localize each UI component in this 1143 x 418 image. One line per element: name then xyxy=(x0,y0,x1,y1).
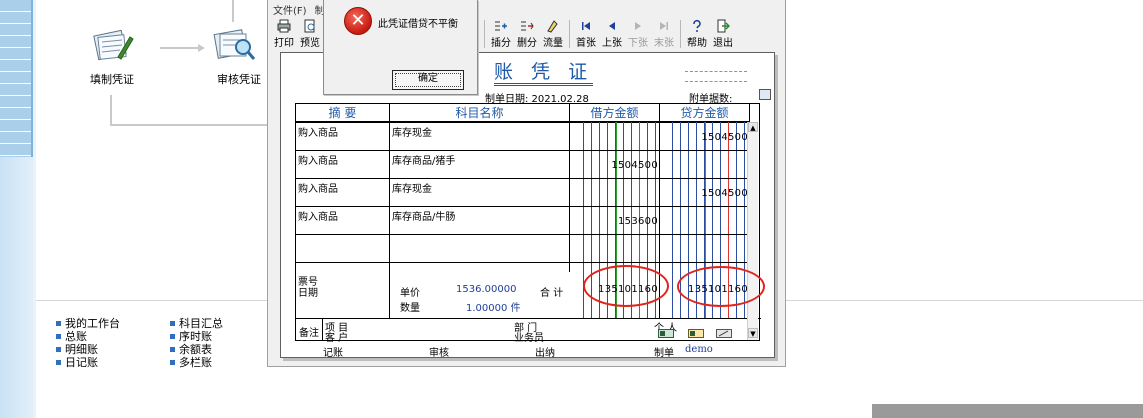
highlight-total-credit xyxy=(677,266,765,307)
last-voucher-button[interactable]: 末张 xyxy=(651,18,677,50)
desktop: 填制凭证 审核凭证 我的工作台 总账 明细账 日记账 科目汇总 序时账 余额表 … xyxy=(0,0,1143,418)
flow-arrow-head xyxy=(198,44,205,52)
scroll-down-icon[interactable]: ▼ xyxy=(748,328,758,338)
voucher-title: 账 凭 证 xyxy=(494,61,594,86)
bullet-icon xyxy=(170,359,175,365)
row4-debit[interactable]: 153600 xyxy=(570,216,658,227)
nav-multi-column[interactable]: 多栏账 xyxy=(170,354,212,370)
left-sidebar-strip xyxy=(0,0,36,418)
row2-account[interactable]: 库存商品/猪手 xyxy=(392,152,455,167)
card-icon[interactable] xyxy=(658,329,674,338)
audit-voucher-label[interactable]: 审核凭证 xyxy=(217,71,261,87)
staff-label: 业务员 xyxy=(514,333,544,344)
preview-icon xyxy=(304,19,315,33)
auditor-label: 审核 xyxy=(429,348,449,359)
flow-arrow-line xyxy=(160,47,202,49)
row3-account[interactable]: 库存现金 xyxy=(392,180,432,195)
row4-account[interactable]: 库存商品/牛肠 xyxy=(392,208,455,223)
bullet-icon xyxy=(56,320,61,326)
preview-button[interactable]: 预览 xyxy=(297,18,323,50)
flow-connector-left xyxy=(110,95,112,125)
bullet-icon xyxy=(170,333,175,339)
cash-flow-button[interactable]: 流量 xyxy=(540,18,566,50)
prev-voucher-button[interactable]: 上张 xyxy=(599,18,625,50)
voucher-paper: 账 凭 证 制单日期: 2021.02.28 附单据数: 摘 要 科目名称 借方… xyxy=(280,52,775,359)
cash-flow-icon xyxy=(547,20,558,33)
quantity-label: 数量 xyxy=(400,303,420,314)
last-icon xyxy=(660,22,668,30)
remark-label: 备注 xyxy=(299,328,319,339)
total-label: 合 计 xyxy=(540,288,564,299)
error-dialog: ✕ 此凭证借贷不平衡 确定 xyxy=(323,0,478,95)
date-field-label: 日期 xyxy=(298,288,318,299)
highlight-total-debit xyxy=(583,265,669,307)
exit-icon xyxy=(717,19,730,33)
printer-icon xyxy=(277,19,291,33)
row3-credit[interactable]: 1504500 xyxy=(660,188,748,199)
bullet-icon xyxy=(170,346,175,352)
delete-row-icon xyxy=(521,21,534,31)
row1-summary[interactable]: 购入商品 xyxy=(298,124,338,139)
unit-price-label: 单价 xyxy=(400,288,420,299)
quantity-value: 1.00000 件 xyxy=(466,303,521,314)
maker-name: demo xyxy=(685,344,713,355)
prev-icon xyxy=(609,22,615,30)
row1-credit[interactable]: 1504500 xyxy=(660,132,748,143)
help-button[interactable]: 帮助 xyxy=(684,18,710,50)
menubar: 文件(F) 制 xyxy=(268,2,325,17)
next-icon xyxy=(635,22,641,30)
row3-summary[interactable]: 购入商品 xyxy=(298,180,338,195)
unit-price-value: 1536.00000 xyxy=(456,284,517,295)
row1-account[interactable]: 库存现金 xyxy=(392,124,432,139)
cashier-label: 出纳 xyxy=(535,348,555,359)
fill-voucher-icon[interactable] xyxy=(90,27,134,63)
maker-label: 制单 xyxy=(654,348,674,359)
exit-button[interactable]: 退出 xyxy=(710,18,736,50)
bullet-icon xyxy=(56,359,61,365)
first-voucher-button[interactable]: 首张 xyxy=(573,18,599,50)
flow-connector-top xyxy=(232,0,234,22)
card-icon[interactable] xyxy=(716,329,732,338)
card-icon[interactable] xyxy=(688,329,704,338)
nav-journal[interactable]: 日记账 xyxy=(56,354,98,370)
error-message: 此凭证借贷不平衡 xyxy=(378,19,458,30)
help-icon xyxy=(693,19,701,32)
next-voucher-button[interactable]: 下张 xyxy=(625,18,651,50)
bullet-icon xyxy=(56,346,61,352)
header-debit: 借方金额 xyxy=(570,104,659,122)
row2-debit[interactable]: 1504500 xyxy=(570,160,658,171)
header-summary: 摘 要 xyxy=(296,104,389,122)
status-bar xyxy=(872,404,1143,418)
customer-label: 客 户 xyxy=(325,333,349,344)
flow-connector-bottom xyxy=(110,124,267,126)
voucher-grid: 摘 要 科目名称 借方金额 贷方金额 购入商品 库存现金 1504500 购入商… xyxy=(295,103,761,344)
row4-summary[interactable]: 购入商品 xyxy=(298,208,338,223)
bullet-icon xyxy=(56,333,61,339)
audit-voucher-icon[interactable] xyxy=(212,26,256,62)
ok-button[interactable]: 确定 xyxy=(392,70,464,90)
row2-summary[interactable]: 购入商品 xyxy=(298,152,338,167)
insert-entry-button[interactable]: 插分 xyxy=(488,18,514,50)
sidebar-cells[interactable] xyxy=(0,0,33,157)
header-credit: 贷方金额 xyxy=(660,104,749,122)
error-icon: ✕ xyxy=(344,7,372,35)
grid-scrollbar[interactable]: ▲ ▼ xyxy=(747,122,758,340)
fill-voucher-label[interactable]: 填制凭证 xyxy=(90,71,134,87)
delete-entry-button[interactable]: 删分 xyxy=(514,18,540,50)
insert-row-icon xyxy=(495,21,507,31)
print-button[interactable]: 打印 xyxy=(271,18,297,50)
bookkeeper-label: 记账 xyxy=(323,348,343,359)
search-icon[interactable] xyxy=(759,89,771,100)
header-account: 科目名称 xyxy=(390,104,569,122)
first-icon xyxy=(582,22,590,30)
bullet-icon xyxy=(170,320,175,326)
scroll-up-icon[interactable]: ▲ xyxy=(748,122,758,132)
menu-file[interactable]: 文件(F) xyxy=(273,2,307,17)
